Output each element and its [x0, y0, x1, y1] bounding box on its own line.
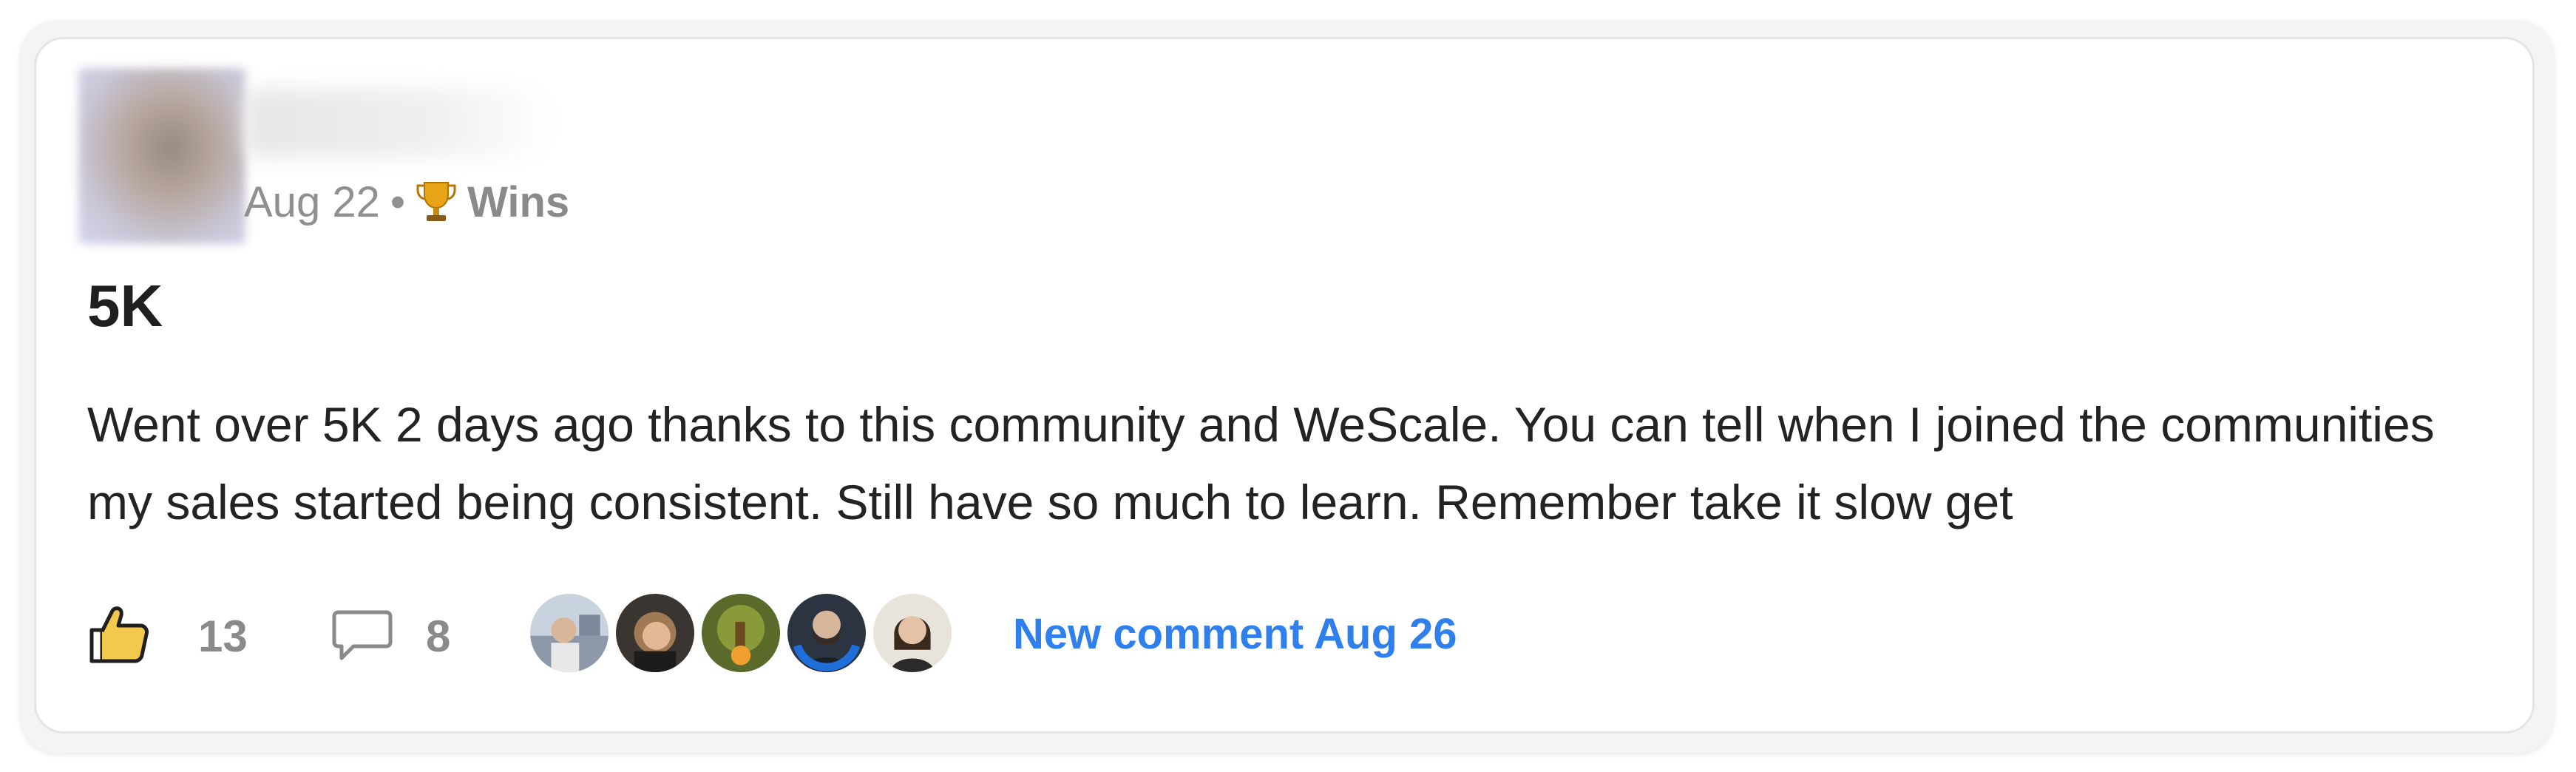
post-meta: Aug 22 • Wins — [244, 176, 569, 228]
post-date: Aug 22 — [244, 177, 380, 226]
like-count: 13 — [198, 612, 248, 661]
thumbs-up-icon[interactable] — [87, 605, 149, 664]
commenter-avatars[interactable] — [528, 592, 986, 677]
comment-count: 8 — [426, 612, 451, 661]
author-name-blurred[interactable] — [244, 89, 555, 157]
comment-icon[interactable] — [331, 608, 393, 664]
commenter-avatar[interactable] — [614, 592, 696, 674]
new-comment-link[interactable]: New comment Aug 26 — [1013, 609, 1457, 659]
post-title[interactable]: 5K — [87, 272, 163, 340]
post-category[interactable]: Wins — [467, 177, 569, 227]
commenter-avatar[interactable] — [871, 592, 954, 674]
commenter-avatar-coach[interactable] — [785, 592, 868, 674]
meta-separator: • — [390, 177, 406, 226]
author-avatar[interactable] — [78, 68, 245, 244]
post-actions: 13 8 New comment Aug 26 — [87, 592, 2453, 680]
commenter-avatar[interactable] — [699, 592, 782, 674]
trophy-icon — [416, 182, 456, 221]
commenter-avatar[interactable] — [528, 592, 611, 674]
post-body[interactable]: Went over 5K 2 days ago thanks to this c… — [87, 386, 2490, 541]
